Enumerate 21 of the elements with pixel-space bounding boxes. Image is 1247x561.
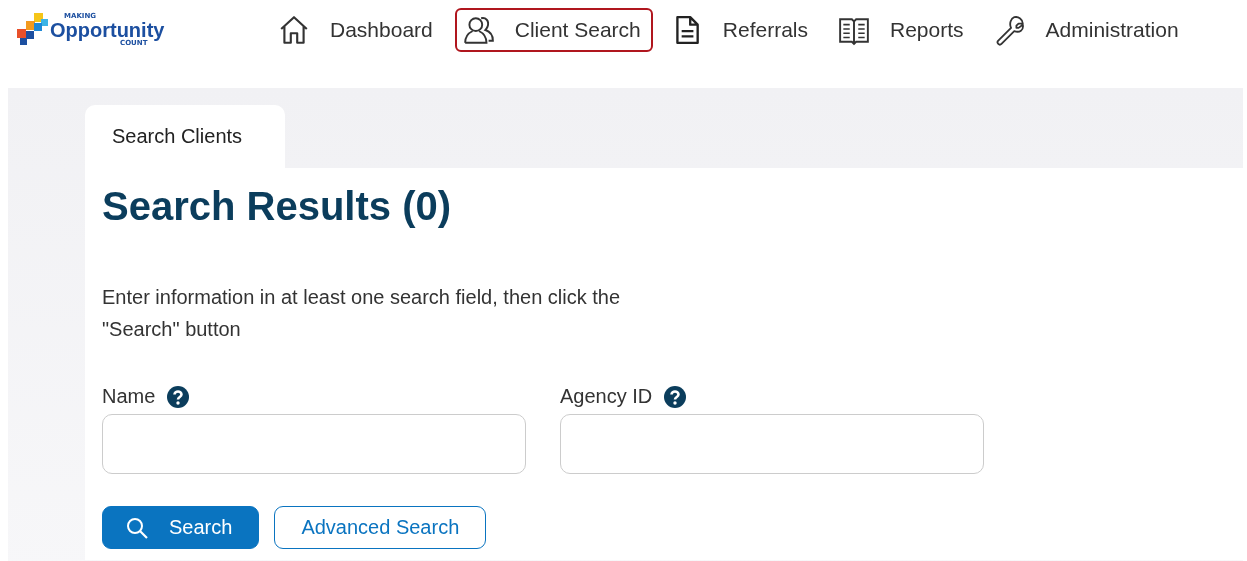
logo-wordmark: Opportunity — [50, 20, 165, 40]
nav-link[interactable]: Dashboard — [270, 8, 445, 52]
search-icon — [125, 515, 149, 540]
page-heading: Search Results (0) — [102, 184, 453, 229]
instructions-text: Enter information in at least one search field, then click the "Search" button — [102, 285, 622, 342]
advanced-search-button[interactable]: Advanced Search — [274, 506, 487, 549]
field-label: Name — [102, 385, 156, 408]
search-button[interactable]: Search — [102, 506, 260, 549]
people-icon — [462, 14, 495, 46]
nav-link[interactable]: Reports — [830, 8, 976, 52]
input-field[interactable] — [102, 414, 526, 474]
help-icon — [664, 385, 687, 408]
nav-link[interactable]: Referrals — [662, 8, 820, 52]
nav-link[interactable]: Administration — [985, 8, 1191, 52]
input-field[interactable] — [560, 414, 984, 474]
nav-link[interactable]: Client Search — [454, 8, 653, 52]
logo-icon — [14, 13, 48, 47]
help-icon — [167, 385, 190, 408]
field-label: Agency ID — [560, 385, 653, 408]
tab[interactable]: Search Clients — [85, 105, 285, 168]
home-icon — [278, 14, 310, 46]
